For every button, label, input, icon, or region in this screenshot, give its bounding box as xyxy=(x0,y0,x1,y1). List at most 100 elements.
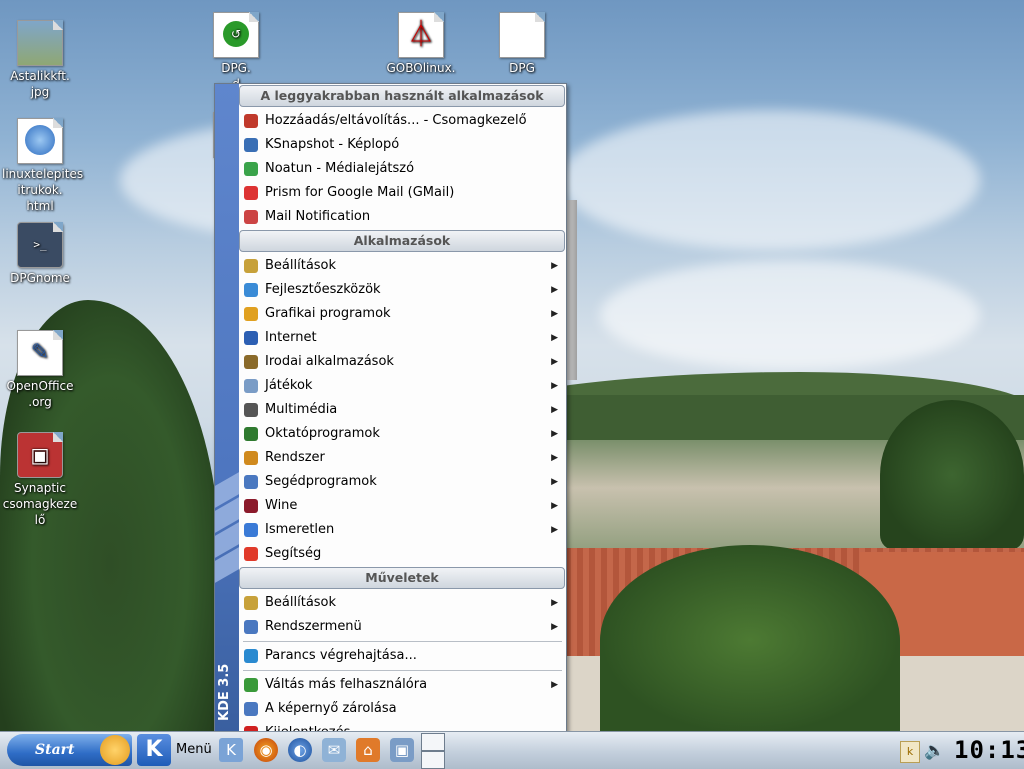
menu-item-frequent-1[interactable]: KSnapshot - Képlopó xyxy=(239,133,566,157)
submenu-arrow-icon: ▶ xyxy=(551,309,558,319)
desktop-icon-0[interactable]: Astalikkft. jpg xyxy=(2,20,78,100)
desktop-icon-label: GOBOlinux. xyxy=(386,61,456,75)
menu-item-session-1[interactable]: A képernyő zárolása xyxy=(239,697,566,721)
menu-item-app-3[interactable]: Internet ▶ xyxy=(239,326,566,350)
submenu-arrow-icon: ▶ xyxy=(551,622,558,632)
menu-section-frequent: A leggyakrabban használt alkalmazások xyxy=(239,85,565,107)
submenu-arrow-icon: ▶ xyxy=(551,598,558,608)
firefox-icon[interactable]: ◉ xyxy=(254,738,278,762)
help-lifebuoy-icon xyxy=(244,547,258,561)
menu-item-app-9[interactable]: Segédprogramok ▶ xyxy=(239,470,566,494)
games-icon xyxy=(244,379,258,393)
menu-separator xyxy=(243,670,562,671)
menu-item-label: A képernyő zárolása xyxy=(265,701,397,716)
submenu-arrow-icon: ▶ xyxy=(551,405,558,415)
menu-item-session-0[interactable]: Váltás más felhasználóra ▶ xyxy=(239,673,566,697)
menu-item-label: Oktatóprogramok xyxy=(265,426,380,441)
submenu-arrow-icon: ▶ xyxy=(551,680,558,690)
desktop-pager-2[interactable] xyxy=(421,751,445,769)
desktop-icon-3[interactable]: ✎ OpenOffice .org xyxy=(2,330,78,410)
menu-item-frequent-0[interactable]: Hozzáadás/eltávolítás... - Csomagkezelő xyxy=(239,109,566,133)
blank-document-icon xyxy=(499,12,545,58)
menu-item-app-4[interactable]: Irodai alkalmazások ▶ xyxy=(239,350,566,374)
menu-item-label: Noatun - Médialejátszó xyxy=(265,161,415,176)
home-folder-icon[interactable]: ⌂ xyxy=(356,738,380,762)
camera-icon xyxy=(244,138,258,152)
submenu-arrow-icon: ▶ xyxy=(551,477,558,487)
menu-item-frequent-2[interactable]: Noatun - Médialejátszó xyxy=(239,157,566,181)
menu-section-apps: Alkalmazások xyxy=(239,230,565,252)
desktop-icon-label: Astalikkft. jpg xyxy=(10,69,70,99)
desktop-icon-1[interactable]: linuxtelepites itrukok. html xyxy=(2,118,84,214)
gmail-icon xyxy=(244,186,258,200)
menu-item-run-0[interactable]: Parancs végrehajtása... xyxy=(239,644,566,668)
menu-button[interactable]: Menü xyxy=(176,734,212,766)
system-settings-icon[interactable]: ▣ xyxy=(390,738,414,762)
menu-item-app-7[interactable]: Oktatóprogramok ▶ xyxy=(239,422,566,446)
desktop-icon-8[interactable]: DPG xyxy=(484,12,560,76)
desktop-pager-1[interactable] xyxy=(421,733,445,751)
kde-home-launcher-icon[interactable]: K xyxy=(219,738,243,762)
menu-side-banner: KDE 3.5 xyxy=(215,84,239,732)
menu-item-app-8[interactable]: Rendszer ▶ xyxy=(239,446,566,470)
office-icon xyxy=(244,355,258,369)
wine-glass-icon xyxy=(244,499,258,513)
utilities-icon xyxy=(244,475,258,489)
menu-item-label: Beállítások xyxy=(265,258,337,273)
education-icon xyxy=(244,427,258,441)
desktop-icon-label: Synaptic csomagkeze lő xyxy=(2,481,78,527)
menu-item-action-1[interactable]: Rendszermenü ▶ xyxy=(239,615,566,639)
klipper-tray-icon[interactable]: k xyxy=(900,741,920,763)
submenu-arrow-icon: ▶ xyxy=(551,357,558,367)
media-player-icon xyxy=(244,162,258,176)
start-button[interactable]: Start xyxy=(7,734,132,766)
menu-item-label: Parancs végrehajtása... xyxy=(265,648,417,663)
html-file-icon xyxy=(17,118,63,164)
clock[interactable]: 10:13 xyxy=(954,736,1024,764)
menu-item-app-1[interactable]: Fejlesztőeszközök ▶ xyxy=(239,278,566,302)
menu-item-app-0[interactable]: Beállítások ▶ xyxy=(239,254,566,278)
menu-item-label: Wine xyxy=(265,498,298,513)
mail-notification-icon xyxy=(244,210,258,224)
wrench-icon xyxy=(244,259,258,273)
kmail-icon[interactable]: ✉ xyxy=(322,738,346,762)
menu-item-label: Rendszer xyxy=(265,450,325,465)
green-arrow-file-icon: ↺ xyxy=(213,12,259,58)
menu-item-label: Irodai alkalmazások xyxy=(265,354,394,369)
menu-item-label: Beállítások xyxy=(265,595,337,610)
desktop-icon-2[interactable]: >_ DPGnome xyxy=(2,222,78,286)
menu-item-app-2[interactable]: Grafikai programok ▶ xyxy=(239,302,566,326)
menu-item-app-11[interactable]: Ismeretlen ▶ xyxy=(239,518,566,542)
menu-item-label: Internet xyxy=(265,330,317,345)
menu-item-label: Prism for Google Mail (GMail) xyxy=(265,185,455,200)
menu-item-app-12[interactable]: Segítség xyxy=(239,542,566,566)
desktop-icon-7[interactable]: ⏃ GOBOlinux. xyxy=(383,12,459,76)
menu-item-frequent-4[interactable]: Mail Notification xyxy=(239,205,566,229)
menu-item-label: Grafikai programok xyxy=(265,306,391,321)
menu-item-app-10[interactable]: Wine ▶ xyxy=(239,494,566,518)
menu-item-action-0[interactable]: Beállítások ▶ xyxy=(239,591,566,615)
menu-item-label: Játékok xyxy=(265,378,313,393)
wrench-icon xyxy=(244,596,258,610)
submenu-arrow-icon: ▶ xyxy=(551,381,558,391)
desktop-icon-label: DPG xyxy=(509,61,535,75)
menu-item-app-5[interactable]: Játékok ▶ xyxy=(239,374,566,398)
menu-item-label: Fejlesztőeszközök xyxy=(265,282,381,297)
menu-item-frequent-3[interactable]: Prism for Google Mail (GMail) xyxy=(239,181,566,205)
volume-icon[interactable]: 🔈 xyxy=(924,740,946,762)
desktop-icon-label: linuxtelepites itrukok. html xyxy=(2,167,84,213)
menu-item-label: Segítség xyxy=(265,546,322,561)
menu-item-label: Multimédia xyxy=(265,402,338,417)
menu-item-label: Rendszermenü xyxy=(265,619,362,634)
desktop-icon-5[interactable]: ↺DPG. d xyxy=(198,12,274,92)
kde-menu-button[interactable]: K xyxy=(137,734,171,766)
desktop-icon-4[interactable]: ▣ Synaptic csomagkeze lő xyxy=(2,432,78,528)
kde-start-menu: KDE 3.5 A leggyakrabban használt alkalma… xyxy=(214,83,567,740)
run-command-icon xyxy=(244,649,258,663)
submenu-arrow-icon: ▶ xyxy=(551,501,558,511)
terminal-icon: >_ xyxy=(17,222,63,268)
image-icon xyxy=(17,20,63,66)
menu-item-app-6[interactable]: Multimédia ▶ xyxy=(239,398,566,422)
menu-item-label: Hozzáadás/eltávolítás... - Csomagkezelő xyxy=(265,113,527,128)
konqueror-icon[interactable]: ◐ xyxy=(288,738,312,762)
